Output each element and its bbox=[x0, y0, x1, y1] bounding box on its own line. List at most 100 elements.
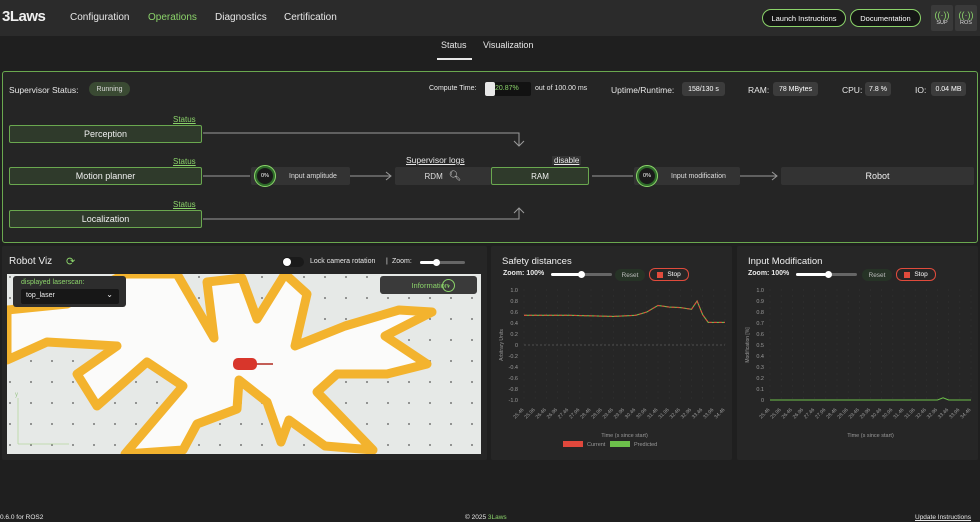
update-instructions-link[interactable]: Update Instructions bbox=[915, 514, 971, 521]
viz-zoom-slider[interactable] bbox=[420, 261, 465, 264]
grid-dot bbox=[545, 367, 547, 369]
grid-dot bbox=[657, 301, 659, 303]
x-tick-label: 26.46 bbox=[781, 407, 794, 420]
grid-dot bbox=[601, 331, 603, 333]
grid-dot bbox=[579, 367, 581, 369]
grid-dot bbox=[713, 289, 715, 291]
grid-dot bbox=[523, 367, 525, 369]
grid-dot bbox=[914, 355, 916, 357]
grid-dot bbox=[825, 373, 827, 375]
grid-dot bbox=[590, 337, 592, 339]
grid-dot bbox=[646, 289, 648, 291]
grid-dot bbox=[724, 385, 726, 387]
grid-dot bbox=[914, 361, 916, 363]
x-tick-label: 33.96 bbox=[702, 407, 715, 420]
grid-dot bbox=[657, 337, 659, 339]
grid-dot bbox=[691, 337, 692, 339]
inputmod-zoom-knob[interactable] bbox=[825, 271, 832, 278]
grid-dot bbox=[702, 385, 704, 387]
grid-dot bbox=[803, 373, 804, 375]
inputmod-zoom-label: Zoom: 100% bbox=[748, 270, 790, 277]
grid-dot bbox=[646, 319, 648, 321]
grid-dot bbox=[601, 379, 603, 381]
grid-dot bbox=[948, 379, 950, 381]
grid-dot bbox=[657, 295, 659, 297]
grid-dot bbox=[702, 349, 704, 351]
grid-dot bbox=[858, 295, 860, 297]
grid-dot bbox=[713, 295, 715, 297]
grid-dot bbox=[791, 313, 793, 315]
grid-dot bbox=[825, 319, 827, 321]
grid-dot bbox=[590, 361, 592, 363]
grid-dot bbox=[836, 331, 838, 333]
grid-dot bbox=[557, 355, 558, 357]
grid-dot bbox=[679, 379, 681, 381]
information-button[interactable]: Information bbox=[380, 276, 477, 294]
viz-zoom-knob[interactable] bbox=[432, 259, 440, 266]
lock-camera-toggle[interactable] bbox=[282, 257, 304, 267]
robot-block[interactable]: Robot bbox=[781, 167, 974, 185]
x-tick-label: 30.46 bbox=[624, 407, 637, 420]
x-tick-label: 27.96 bbox=[568, 407, 581, 420]
grid-dot bbox=[624, 349, 625, 351]
safety-reset-button[interactable]: Reset bbox=[615, 269, 645, 281]
grid-dot bbox=[959, 349, 961, 351]
grid-dot bbox=[769, 349, 771, 351]
grid-dot bbox=[959, 319, 961, 321]
supervisor-logs-link[interactable]: Supervisor logs bbox=[406, 155, 465, 165]
x-tick-label: 27.96 bbox=[814, 407, 827, 420]
grid-dot bbox=[780, 343, 782, 345]
grid-dot bbox=[948, 391, 950, 393]
grid-dot bbox=[836, 385, 838, 387]
grid-dot bbox=[657, 397, 659, 399]
laserscan-select[interactable]: top_laser ⌄ bbox=[21, 289, 119, 304]
refresh-icon[interactable]: ⟳ bbox=[66, 255, 75, 268]
grid-dot bbox=[668, 367, 670, 369]
chevron-down-icon[interactable]: ⌄ bbox=[442, 279, 455, 292]
grid-dot bbox=[568, 367, 570, 369]
lock-camera-label: Lock camera rotation bbox=[310, 258, 376, 265]
grid-dot bbox=[791, 379, 793, 381]
grid-dot bbox=[769, 391, 771, 393]
y-tick-label: 0.3 bbox=[756, 365, 764, 371]
company-link[interactable]: 3Laws bbox=[488, 514, 507, 521]
grid-dot bbox=[925, 343, 927, 345]
grid-dot bbox=[534, 295, 536, 297]
grid-dot bbox=[881, 349, 883, 351]
grid-dot bbox=[780, 349, 782, 351]
disable-link[interactable]: disable bbox=[552, 156, 582, 165]
grid-dot bbox=[545, 373, 547, 375]
grid-dot bbox=[903, 397, 905, 399]
rdm-block[interactable]: RDM 🔍︎ bbox=[395, 167, 491, 185]
grid-dot bbox=[892, 337, 894, 339]
ram-block[interactable]: RAM bbox=[491, 167, 589, 185]
grid-dot bbox=[691, 349, 692, 351]
grid-dot bbox=[601, 337, 603, 339]
grid-dot bbox=[881, 325, 883, 327]
grid-dot bbox=[870, 361, 871, 363]
grid-dot bbox=[948, 313, 950, 315]
grid-dot bbox=[601, 385, 603, 387]
grid-dot bbox=[579, 391, 581, 393]
grid-dot bbox=[557, 343, 558, 345]
grid-dot bbox=[590, 349, 592, 351]
grid-dot bbox=[679, 289, 681, 291]
grid-dot bbox=[959, 397, 961, 399]
grid-dot bbox=[870, 337, 871, 339]
grid-dot bbox=[925, 373, 927, 375]
grid-dot bbox=[724, 313, 726, 315]
grid-dot bbox=[814, 313, 816, 315]
grid-dot bbox=[970, 385, 972, 387]
grid-dot bbox=[646, 355, 648, 357]
grid-dot bbox=[702, 325, 704, 327]
grid-dot bbox=[836, 361, 838, 363]
grid-dot bbox=[881, 319, 883, 321]
grid-dot bbox=[557, 325, 558, 327]
grid-dot bbox=[769, 325, 771, 327]
y-tick-label: 0.8 bbox=[510, 299, 518, 305]
inputmod-stop-button[interactable]: Stop bbox=[896, 268, 936, 281]
grid-dot bbox=[635, 397, 637, 399]
safety-stop-button[interactable]: Stop bbox=[649, 268, 689, 281]
safety-zoom-knob[interactable] bbox=[578, 271, 585, 278]
inputmod-reset-button[interactable]: Reset bbox=[862, 269, 892, 281]
